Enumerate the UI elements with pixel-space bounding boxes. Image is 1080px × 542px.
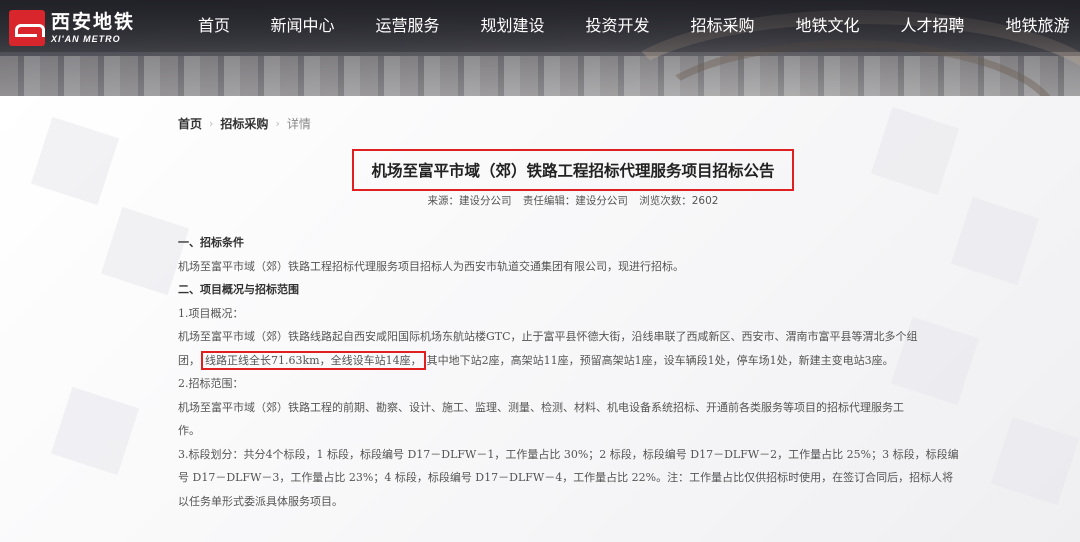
subheading: 2.招标范围： [178, 377, 244, 390]
chevron-right-icon: › [209, 116, 214, 130]
site-logo[interactable]: 西安地铁 XI'AN METRO [9, 10, 143, 46]
highlighted-text: 线路正线全长71.63km，全线设车站14座， [201, 350, 426, 370]
nav-item-operations[interactable]: 运营服务 [355, 0, 460, 52]
paragraph: 团， 线路正线全长71.63km，全线设车站14座， 其中地下站2座，高架站11座，… [178, 349, 968, 373]
article-meta: 来源：建设分公司 责任编辑：建设分公司 浏览次数：2602 [0, 193, 1080, 208]
logo-text: 西安地铁 XI'AN METRO [51, 10, 136, 44]
paragraph: 号 D17－DLFW－3，工作量占比 23%；4 标段，标段编号 D17－DLF… [178, 471, 954, 484]
article-source: 来源：建设分公司 [427, 195, 512, 207]
section-heading: 一、招标条件 [178, 236, 244, 249]
article-body: 一、招标条件 机场至富平市域（郊）铁路工程招标代理服务项目招标人为西安市轨道交通… [178, 231, 968, 513]
breadcrumb-procurement[interactable]: 招标采购 [220, 115, 268, 132]
subheading: 1.项目概况： [178, 306, 244, 320]
nav-item-culture[interactable]: 地铁文化 [775, 0, 880, 52]
breadcrumb-current: 详情 [286, 116, 311, 131]
article-editor: 责任编辑：建设分公司 [522, 195, 628, 207]
article-view-count: 浏览次数：2602 [639, 195, 719, 207]
logo-chinese-name: 西安地铁 [51, 10, 136, 33]
nav-item-careers[interactable]: 人才招聘 [880, 0, 985, 52]
nav-item-procurement[interactable]: 招标采购 [670, 0, 775, 52]
paragraph: 机场至富平市域（郊）铁路线路起自西安咸阳国际机场东航站楼GTC，止于富平县怀德大… [178, 330, 918, 343]
paragraph: 机场至富平市域（郊）铁路工程招标代理服务项目招标人为西安市轨道交通集团有限公司，… [178, 259, 684, 273]
metro-logo-icon [9, 10, 45, 46]
section-heading: 二、项目概况与招标范围 [178, 283, 299, 296]
breadcrumb-home[interactable]: 首页 [178, 115, 202, 132]
paragraph: 作。 [178, 424, 200, 437]
nav-item-investment[interactable]: 投资开发 [565, 0, 670, 52]
nav-item-tourism[interactable]: 地铁旅游 [985, 0, 1080, 52]
paragraph: 机场至富平市域（郊）铁路工程的前期、勘察、设计、施工、监理、测量、检测、材料、机… [178, 400, 904, 414]
text-segment: 其中地下站2座，高架站11座，预留高架站1座，设车辆段1处，停车场1处，新建主变… [426, 353, 894, 367]
chevron-right-icon: › [275, 116, 280, 130]
nav-item-planning[interactable]: 规划建设 [460, 0, 565, 52]
logo-english-name: XI'AN METRO [51, 33, 121, 44]
page-title: 机场至富平市域（郊）铁路工程招标代理服务项目招标公告 [371, 162, 775, 180]
header-banner: 西安地铁 XI'AN METRO 首页 新闻中心 运营服务 规划建设 投资开发 … [0, 0, 1080, 96]
paragraph: 3.标段划分：共分4个标段，1 标段，标段编号 D17－DLFW－1，工作量占比… [178, 447, 959, 461]
nav-item-home[interactable]: 首页 [178, 0, 250, 52]
breadcrumb: 首页 › 招标采购 › 详情 [178, 114, 311, 132]
title-highlight-box: 机场至富平市域（郊）铁路工程招标代理服务项目招标公告 [352, 149, 794, 191]
text-segment: 团， [178, 353, 200, 367]
main-nav: 首页 新闻中心 运营服务 规划建设 投资开发 招标采购 地铁文化 人才招聘 地铁… [178, 0, 1080, 52]
paragraph: 以任务单形式委派具体服务项目。 [178, 494, 343, 508]
nav-item-news[interactable]: 新闻中心 [250, 0, 355, 52]
